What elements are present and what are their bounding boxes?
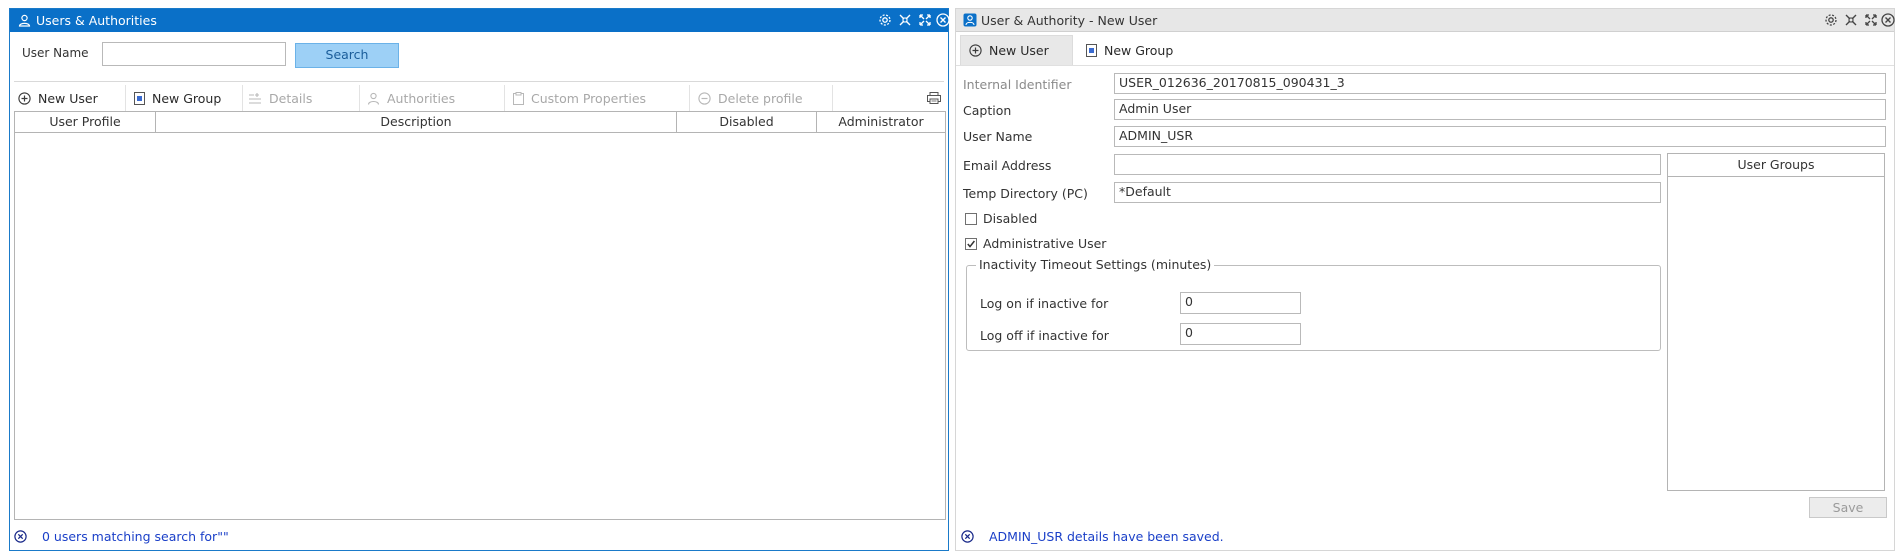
- tab-new-user-label: New User: [989, 43, 1049, 58]
- maximize-icon[interactable]: [1864, 13, 1878, 27]
- window-title: User & Authority - New User: [981, 13, 1158, 28]
- disabled-checkbox-row[interactable]: Disabled: [965, 211, 1037, 226]
- plus-circle-icon: [969, 44, 982, 57]
- settings-icon[interactable]: [1824, 13, 1838, 27]
- log-off-inactive-field[interactable]: 0: [1180, 323, 1301, 345]
- tab-new-group-label: New Group: [1104, 42, 1174, 58]
- details-button[interactable]: Details: [248, 82, 312, 114]
- log-off-label: Log off if inactive for: [980, 328, 1109, 343]
- user-groups-header: User Groups: [1668, 154, 1884, 177]
- status-message: ADMIN_USR details have been saved.: [989, 529, 1224, 544]
- person-icon: [367, 92, 380, 105]
- new-user-label: New User: [38, 90, 98, 106]
- column-disabled[interactable]: Disabled: [677, 112, 817, 132]
- close-icon[interactable]: [936, 13, 950, 27]
- custom-properties-label: Custom Properties: [531, 90, 647, 106]
- user-name-label: User Name: [22, 46, 89, 60]
- internal-identifier-label: Internal Identifier: [963, 77, 1072, 92]
- user-name-field[interactable]: ADMIN_USR: [1114, 126, 1886, 147]
- log-on-inactive-field[interactable]: 0: [1180, 292, 1301, 314]
- details-label: Details: [269, 90, 313, 106]
- column-description[interactable]: Description: [156, 112, 677, 132]
- new-user-button[interactable]: New User: [18, 82, 98, 114]
- right-title-bar[interactable]: User & Authority - New User: [956, 9, 1895, 32]
- clipboard-icon: [513, 91, 524, 105]
- print-icon: [927, 92, 941, 104]
- user-name-label: User Name: [963, 129, 1033, 144]
- tab-new-user[interactable]: New User: [960, 35, 1073, 65]
- plus-circle-icon: [18, 91, 31, 105]
- status-bar: ADMIN_USR details have been saved.: [956, 524, 1894, 550]
- internal-identifier-field: USER_012636_20170815_090431_3: [1114, 73, 1886, 94]
- maximize-icon[interactable]: [918, 13, 932, 27]
- window-title: Users & Authorities: [36, 13, 157, 28]
- caption-label: Caption: [963, 103, 1012, 118]
- authorities-button[interactable]: Authorities: [367, 82, 455, 114]
- user-icon: [963, 13, 977, 27]
- email-field[interactable]: [1114, 154, 1661, 175]
- new-group-label: New Group: [152, 90, 222, 106]
- check-icon: [967, 240, 975, 248]
- user-name-search-input[interactable]: [102, 42, 286, 66]
- administrative-user-label: Administrative User: [983, 236, 1107, 251]
- users-table[interactable]: User Profile Description Disabled Admini…: [14, 111, 946, 520]
- new-group-button[interactable]: New Group: [134, 82, 221, 114]
- administrative-user-checkbox-row[interactable]: Administrative User: [965, 236, 1106, 251]
- save-button[interactable]: Save: [1809, 497, 1887, 518]
- minimize-icon[interactable]: [898, 13, 912, 27]
- temp-directory-label: Temp Directory (PC): [963, 186, 1088, 201]
- close-icon[interactable]: [961, 530, 974, 543]
- custom-properties-button[interactable]: Custom Properties: [513, 82, 646, 114]
- status-message: 0 users matching search for"": [42, 529, 229, 544]
- user-groups-list[interactable]: User Groups: [1667, 153, 1885, 491]
- email-address-label: Email Address: [963, 158, 1052, 173]
- settings-icon[interactable]: [878, 13, 892, 27]
- print-button[interactable]: [927, 82, 941, 114]
- caption-field[interactable]: Admin User: [1114, 99, 1886, 120]
- table-header: User Profile Description Disabled Admini…: [15, 112, 945, 133]
- minimize-icon[interactable]: [1844, 13, 1858, 27]
- toolbar: New User New Group Details Authorities C…: [14, 81, 944, 113]
- group-icon: [1086, 43, 1097, 57]
- administrative-user-checkbox[interactable]: [965, 237, 977, 250]
- search-button[interactable]: Search: [295, 43, 399, 68]
- authorities-label: Authorities: [387, 90, 456, 106]
- new-user-window: User & Authority - New User New User New…: [955, 8, 1895, 551]
- inactivity-timeout-legend: Inactivity Timeout Settings (minutes): [976, 257, 1215, 272]
- disabled-checkbox[interactable]: [965, 212, 977, 225]
- log-on-label: Log on if inactive for: [980, 296, 1109, 311]
- tab-divider: [956, 65, 1894, 66]
- temp-directory-field[interactable]: *Default: [1114, 182, 1661, 203]
- column-user-profile[interactable]: User Profile: [15, 112, 156, 132]
- user-icon: [18, 14, 31, 27]
- disabled-label: Disabled: [983, 211, 1038, 226]
- close-icon[interactable]: [1881, 13, 1895, 27]
- status-bar: 0 users matching search for"": [10, 524, 948, 550]
- close-icon[interactable]: [14, 530, 27, 543]
- tab-new-group[interactable]: New Group: [1078, 35, 1191, 65]
- delete-profile-button[interactable]: Delete profile: [698, 82, 803, 114]
- group-icon: [134, 91, 145, 105]
- minus-circle-icon: [698, 91, 711, 105]
- delete-profile-label: Delete profile: [718, 90, 803, 106]
- inactivity-timeout-group: Inactivity Timeout Settings (minutes) Lo…: [966, 257, 1661, 351]
- users-authorities-window: Users & Authorities User Name Search New…: [9, 8, 950, 551]
- column-administrator[interactable]: Administrator: [817, 112, 945, 132]
- left-title-bar[interactable]: Users & Authorities: [10, 9, 950, 32]
- details-icon: [248, 92, 262, 105]
